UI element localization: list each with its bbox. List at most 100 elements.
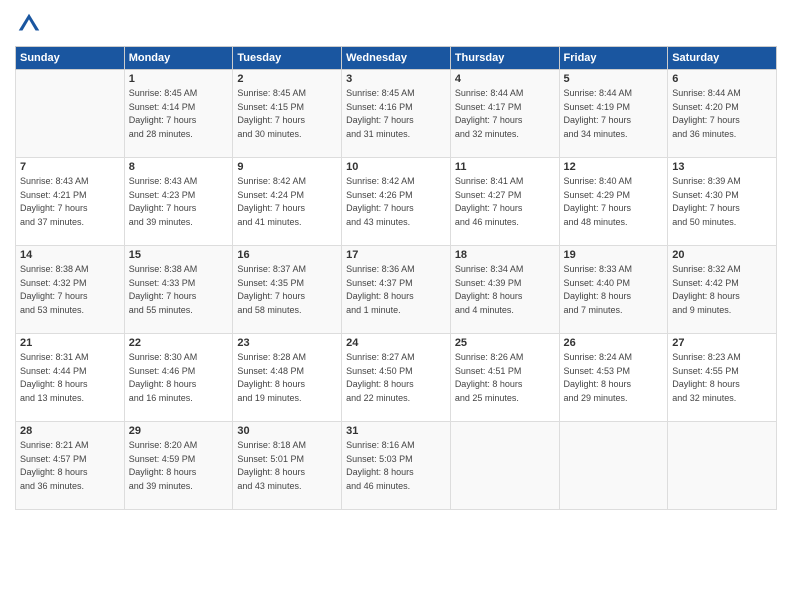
day-detail: Sunrise: 8:27 AM Sunset: 4:50 PM Dayligh… — [346, 351, 446, 405]
day-cell: 17Sunrise: 8:36 AM Sunset: 4:37 PM Dayli… — [342, 246, 451, 334]
day-number: 9 — [237, 161, 337, 173]
day-number: 30 — [237, 425, 337, 437]
day-detail: Sunrise: 8:24 AM Sunset: 4:53 PM Dayligh… — [564, 351, 664, 405]
day-cell: 30 Sunrise: 8:18 AM Sunset: 5:01 PM Dayli… — [233, 422, 342, 510]
day-cell: 3 Sunrise: 8:45 AM Sunset: 4:16 PM Daylig… — [342, 70, 451, 158]
day-detail: Sunrise: 8:41 AM Sunset: 4:27 PM Dayligh… — [455, 175, 555, 229]
weekday-header-sunday: Sunday — [16, 47, 125, 70]
day-detail: Sunrise: 8:34 AM Sunset: 4:39 PM Dayligh… — [455, 263, 555, 317]
day-cell: 14 Sunrise: 8:38 AM Sunset: 4:32 PM Dayli… — [16, 246, 125, 334]
day-cell: 23Sunrise: 8:28 AM Sunset: 4:48 PM Dayli… — [233, 334, 342, 422]
day-cell: 28Sunrise: 8:21 AM Sunset: 4:57 PM Dayli… — [16, 422, 125, 510]
day-number: 13 — [672, 161, 772, 173]
day-cell: 5 Sunrise: 8:44 AM Sunset: 4:19 PM Daylig… — [559, 70, 668, 158]
day-cell: 1 Sunrise: 8:45 AM Sunset: 4:14 PM Daylig… — [124, 70, 233, 158]
day-cell: 7 Sunrise: 8:43 AM Sunset: 4:21 PM Daylig… — [16, 158, 125, 246]
week-row-2: 7 Sunrise: 8:43 AM Sunset: 4:21 PM Daylig… — [16, 158, 777, 246]
week-row-3: 14 Sunrise: 8:38 AM Sunset: 4:32 PM Dayli… — [16, 246, 777, 334]
day-detail: Sunrise: 8:44 AM Sunset: 4:20 PM Dayligh… — [672, 87, 772, 141]
day-detail: Sunrise: 8:45 AM Sunset: 4:14 PM Dayligh… — [129, 87, 229, 141]
day-detail: Sunrise: 8:38 AM Sunset: 4:33 PM Dayligh… — [129, 263, 229, 317]
day-cell: 16Sunrise: 8:37 AM Sunset: 4:35 PM Dayli… — [233, 246, 342, 334]
calendar-body: 1 Sunrise: 8:45 AM Sunset: 4:14 PM Daylig… — [16, 70, 777, 510]
day-number: 19 — [564, 249, 664, 261]
day-number: 20 — [672, 249, 772, 261]
day-number: 14 — [20, 249, 120, 261]
day-number: 10 — [346, 161, 446, 173]
day-detail: Sunrise: 8:45 AM Sunset: 4:16 PM Dayligh… — [346, 87, 446, 141]
day-detail: Sunrise: 8:18 AM Sunset: 5:01 PM Dayligh… — [237, 439, 337, 493]
day-cell — [668, 422, 777, 510]
weekday-header-row: SundayMondayTuesdayWednesdayThursdayFrid… — [16, 47, 777, 70]
weekday-header-saturday: Saturday — [668, 47, 777, 70]
day-cell — [559, 422, 668, 510]
day-detail: Sunrise: 8:20 AM Sunset: 4:59 PM Dayligh… — [129, 439, 229, 493]
calendar-thead: SundayMondayTuesdayWednesdayThursdayFrid… — [16, 47, 777, 70]
day-detail: Sunrise: 8:32 AM Sunset: 4:42 PM Dayligh… — [672, 263, 772, 317]
day-number: 16 — [237, 249, 337, 261]
day-number: 7 — [20, 161, 120, 173]
day-number: 28 — [20, 425, 120, 437]
day-number: 15 — [129, 249, 229, 261]
day-detail: Sunrise: 8:26 AM Sunset: 4:51 PM Dayligh… — [455, 351, 555, 405]
day-cell: 11 Sunrise: 8:41 AM Sunset: 4:27 PM Dayli… — [450, 158, 559, 246]
day-detail: Sunrise: 8:31 AM Sunset: 4:44 PM Dayligh… — [20, 351, 120, 405]
day-number: 27 — [672, 337, 772, 349]
day-number: 3 — [346, 73, 446, 85]
day-number: 12 — [564, 161, 664, 173]
day-detail: Sunrise: 8:33 AM Sunset: 4:40 PM Dayligh… — [564, 263, 664, 317]
day-cell: 6 Sunrise: 8:44 AM Sunset: 4:20 PM Daylig… — [668, 70, 777, 158]
day-number: 2 — [237, 73, 337, 85]
day-number: 24 — [346, 337, 446, 349]
day-number: 18 — [455, 249, 555, 261]
day-cell: 10 Sunrise: 8:42 AM Sunset: 4:26 PM Dayli… — [342, 158, 451, 246]
day-detail: Sunrise: 8:45 AM Sunset: 4:15 PM Dayligh… — [237, 87, 337, 141]
day-cell: 26Sunrise: 8:24 AM Sunset: 4:53 PM Dayli… — [559, 334, 668, 422]
day-number: 1 — [129, 73, 229, 85]
day-detail: Sunrise: 8:43 AM Sunset: 4:21 PM Dayligh… — [20, 175, 120, 229]
weekday-header-tuesday: Tuesday — [233, 47, 342, 70]
day-detail: Sunrise: 8:43 AM Sunset: 4:23 PM Dayligh… — [129, 175, 229, 229]
day-number: 6 — [672, 73, 772, 85]
day-cell — [450, 422, 559, 510]
day-cell: 25 Sunrise: 8:26 AM Sunset: 4:51 PM Dayli… — [450, 334, 559, 422]
day-cell: 27Sunrise: 8:23 AM Sunset: 4:55 PM Dayli… — [668, 334, 777, 422]
day-detail: Sunrise: 8:42 AM Sunset: 4:26 PM Dayligh… — [346, 175, 446, 229]
day-cell: 18 Sunrise: 8:34 AM Sunset: 4:39 PM Dayli… — [450, 246, 559, 334]
weekday-header-thursday: Thursday — [450, 47, 559, 70]
day-number: 4 — [455, 73, 555, 85]
calendar-table: SundayMondayTuesdayWednesdayThursdayFrid… — [15, 46, 777, 510]
day-number: 22 — [129, 337, 229, 349]
day-number: 23 — [237, 337, 337, 349]
day-cell: 19 Sunrise: 8:33 AM Sunset: 4:40 PM Dayli… — [559, 246, 668, 334]
day-cell: 31Sunrise: 8:16 AM Sunset: 5:03 PM Dayli… — [342, 422, 451, 510]
day-cell: 22Sunrise: 8:30 AM Sunset: 4:46 PM Dayli… — [124, 334, 233, 422]
day-cell: 4 Sunrise: 8:44 AM Sunset: 4:17 PM Daylig… — [450, 70, 559, 158]
day-cell: 8 Sunrise: 8:43 AM Sunset: 4:23 PM Daylig… — [124, 158, 233, 246]
day-number: 11 — [455, 161, 555, 173]
logo-icon — [15, 10, 43, 38]
day-number: 21 — [20, 337, 120, 349]
day-number: 5 — [564, 73, 664, 85]
day-number: 25 — [455, 337, 555, 349]
day-detail: Sunrise: 8:38 AM Sunset: 4:32 PM Dayligh… — [20, 263, 120, 317]
day-cell: 13 Sunrise: 8:39 AM Sunset: 4:30 PM Dayli… — [668, 158, 777, 246]
day-detail: Sunrise: 8:39 AM Sunset: 4:30 PM Dayligh… — [672, 175, 772, 229]
day-cell: 24 Sunrise: 8:27 AM Sunset: 4:50 PM Dayli… — [342, 334, 451, 422]
week-row-1: 1 Sunrise: 8:45 AM Sunset: 4:14 PM Daylig… — [16, 70, 777, 158]
weekday-header-wednesday: Wednesday — [342, 47, 451, 70]
day-cell: 15 Sunrise: 8:38 AM Sunset: 4:33 PM Dayli… — [124, 246, 233, 334]
day-detail: Sunrise: 8:40 AM Sunset: 4:29 PM Dayligh… — [564, 175, 664, 229]
day-detail: Sunrise: 8:44 AM Sunset: 4:17 PM Dayligh… — [455, 87, 555, 141]
day-cell: 2 Sunrise: 8:45 AM Sunset: 4:15 PM Daylig… — [233, 70, 342, 158]
week-row-5: 28Sunrise: 8:21 AM Sunset: 4:57 PM Dayli… — [16, 422, 777, 510]
day-cell: 21 Sunrise: 8:31 AM Sunset: 4:44 PM Dayli… — [16, 334, 125, 422]
day-number: 31 — [346, 425, 446, 437]
day-detail: Sunrise: 8:44 AM Sunset: 4:19 PM Dayligh… — [564, 87, 664, 141]
day-number: 8 — [129, 161, 229, 173]
calendar-container: SundayMondayTuesdayWednesdayThursdayFrid… — [0, 0, 792, 612]
day-cell: 20 Sunrise: 8:32 AM Sunset: 4:42 PM Dayli… — [668, 246, 777, 334]
weekday-header-monday: Monday — [124, 47, 233, 70]
day-number: 17 — [346, 249, 446, 261]
day-detail: Sunrise: 8:42 AM Sunset: 4:24 PM Dayligh… — [237, 175, 337, 229]
